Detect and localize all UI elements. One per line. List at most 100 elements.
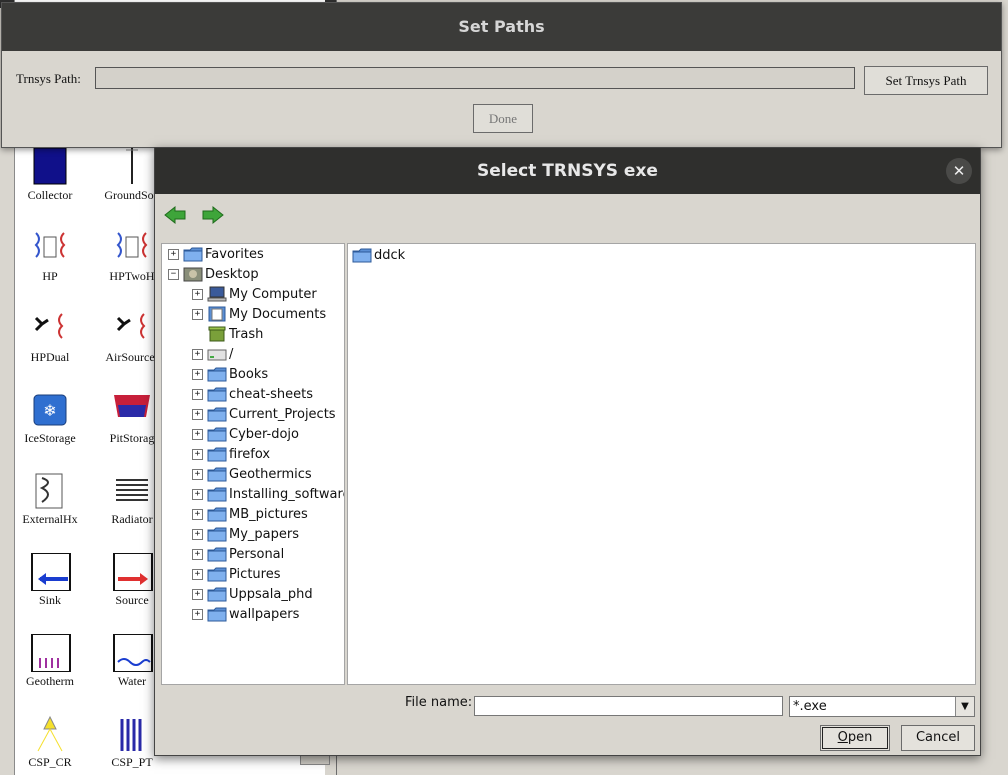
folder-icon <box>207 487 227 502</box>
cancel-button[interactable]: Cancel <box>901 725 975 751</box>
set-paths-title: Set Paths <box>2 3 1001 51</box>
palette-component[interactable]: Geotherm <box>15 634 85 689</box>
tree-item[interactable]: + Uppsala_phd <box>192 584 313 604</box>
expand-icon[interactable]: + <box>168 248 179 260</box>
trnsys-path-label: Trnsys Path: <box>16 71 81 86</box>
open-button[interactable]: Open <box>820 725 890 751</box>
tree-item-label: firefox <box>229 446 271 462</box>
palette-component-label: CSP_CR <box>28 755 72 769</box>
sink-icon <box>31 553 71 591</box>
palette-component[interactable]: CSP_CR <box>15 715 85 770</box>
tree-item[interactable]: + My_papers <box>192 524 299 544</box>
expand-icon[interactable]: + <box>192 388 203 400</box>
set-trnsys-path-button[interactable]: Set Trnsys Path <box>864 66 988 95</box>
file-list[interactable]: ddck <box>347 243 976 685</box>
folder-icon <box>207 367 227 382</box>
palette-component-label: Collector <box>27 188 73 202</box>
tree-item-label: Uppsala_phd <box>229 586 313 602</box>
palette-component[interactable]: ❄ IceStorage <box>15 391 85 446</box>
expand-icon[interactable]: + <box>192 288 203 300</box>
expand-icon[interactable]: + <box>192 608 203 620</box>
file-type-select[interactable]: *.exe ▼ <box>789 696 975 717</box>
done-button[interactable]: Done <box>473 104 533 133</box>
air-source-icon <box>116 313 146 339</box>
tree-item[interactable]: + Personal <box>192 544 284 564</box>
folder-icon <box>207 527 227 542</box>
folder-icon <box>207 427 227 442</box>
expand-icon[interactable]: + <box>192 368 203 380</box>
tree-item[interactable]: + wallpapers <box>192 604 299 624</box>
tree-item-label: My Documents <box>229 306 327 322</box>
folder-icon <box>207 607 227 622</box>
folder-tree[interactable]: + Favorites − Desktop + My Computer + My Docume… <box>161 243 345 685</box>
expand-icon[interactable]: + <box>192 588 203 600</box>
open-accel: O <box>837 730 848 745</box>
palette-component-label: IceStorage <box>24 431 76 445</box>
palette-component[interactable]: ExternalHx <box>15 472 85 527</box>
expand-icon[interactable]: + <box>192 448 203 460</box>
source-icon <box>113 553 153 591</box>
heat-pump-icon <box>34 232 66 258</box>
palette-component[interactable]: HP <box>15 229 85 284</box>
tree-item[interactable]: + MB_pictures <box>192 504 308 524</box>
tree-item[interactable]: + My Documents <box>192 304 326 324</box>
tree-item[interactable]: + / <box>192 344 233 364</box>
expand-icon[interactable]: + <box>192 468 203 480</box>
folder-icon <box>207 507 227 522</box>
expand-icon[interactable]: + <box>192 428 203 440</box>
tree-item[interactable]: + firefox <box>192 444 270 464</box>
file-name-label: File name: <box>405 695 473 710</box>
expand-icon[interactable]: + <box>192 308 203 320</box>
set-paths-window: Set Paths Trnsys Path: Set Trnsys Path D… <box>1 2 1002 148</box>
tree-item-label: Personal <box>229 546 285 562</box>
trnsys-path-input[interactable] <box>95 67 855 89</box>
expand-icon[interactable]: + <box>192 568 203 580</box>
expand-icon[interactable]: + <box>192 408 203 420</box>
folder-icon <box>207 447 227 462</box>
tree-item-label: My Computer <box>229 286 317 302</box>
tree-item-label: Books <box>229 366 269 382</box>
expand-icon[interactable]: + <box>192 348 203 360</box>
dropdown-arrow-icon[interactable]: ▼ <box>955 697 974 716</box>
forward-arrow-icon[interactable] <box>201 205 225 225</box>
tree-item-label: Current_Projects <box>229 406 336 422</box>
tree-item-label: Pictures <box>229 566 281 582</box>
tree-item[interactable]: + Installing_software <box>192 484 344 504</box>
tree-item[interactable]: + Books <box>192 364 268 384</box>
tree-item[interactable]: + Cyber-dojo <box>192 424 299 444</box>
list-item[interactable]: ddck <box>352 246 405 264</box>
tree-item-label: Geothermics <box>229 466 312 482</box>
palette-component[interactable]: Collector <box>15 148 85 203</box>
expand-icon[interactable]: + <box>192 488 203 500</box>
tree-item-label: MB_pictures <box>229 506 308 522</box>
tree-item[interactable]: + Geothermics <box>192 464 312 484</box>
tree-item-label: wallpapers <box>229 606 300 622</box>
back-arrow-icon[interactable] <box>163 205 187 225</box>
palette-component[interactable]: HPDual <box>15 310 85 365</box>
file-type-value: *.exe <box>793 699 827 714</box>
tree-item[interactable]: + Pictures <box>192 564 280 584</box>
expand-icon[interactable]: + <box>192 548 203 560</box>
collapse-icon[interactable]: − <box>168 268 179 280</box>
tree-item[interactable]: + My Computer <box>192 284 317 304</box>
computer-icon <box>207 286 227 302</box>
tree-item[interactable]: + cheat-sheets <box>192 384 313 404</box>
pit-storage-icon <box>114 395 150 417</box>
tree-item[interactable]: − Desktop <box>168 264 259 284</box>
expand-icon[interactable]: + <box>192 508 203 520</box>
palette-component-label: Geotherm <box>26 674 74 688</box>
tree-item-label: Trash <box>229 326 264 342</box>
ground-source-icon <box>126 148 138 184</box>
tree-item[interactable]: + Current_Projects <box>192 404 336 424</box>
close-button[interactable]: ✕ <box>946 158 972 184</box>
expand-icon[interactable]: + <box>192 528 203 540</box>
folder-icon <box>207 587 227 602</box>
tree-item[interactable]: Trash <box>192 324 263 344</box>
palette-component-label: CSP_PT <box>111 755 153 769</box>
folder-icon <box>207 467 227 482</box>
file-name-input[interactable] <box>474 696 783 716</box>
tree-item[interactable]: + Favorites <box>168 244 264 264</box>
tree-item-label: cheat-sheets <box>229 386 314 402</box>
palette-component[interactable]: Sink <box>15 553 85 608</box>
csp-cr-icon <box>37 715 63 752</box>
